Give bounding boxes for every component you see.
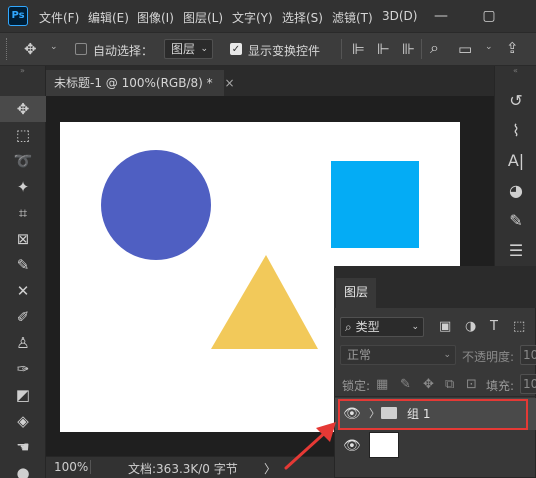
auto-select-target-dropdown[interactable]: 图层 ⌄ — [164, 39, 213, 59]
close-icon[interactable]: × — [224, 76, 234, 90]
maximize-button[interactable]: ▢ — [474, 6, 504, 26]
align-left-icon[interactable]: ⊫ — [352, 41, 365, 57]
options-grip — [6, 38, 8, 60]
frame-tool-icon[interactable]: ⊠ — [0, 226, 46, 252]
paths-panel-icon[interactable]: ⌇ — [495, 116, 536, 146]
character-panel-icon[interactable]: A| — [495, 146, 536, 176]
magic-wand-tool-icon[interactable]: ✦ — [0, 174, 46, 200]
tools-panel: » ✥ ⬚ ➰ ✦ ⌗ ⊠ ✎ ✕ ✐ ♙ ✑ ◩ ◈ ☚ ● — [0, 66, 46, 478]
lock-artboard-icon[interactable]: ⧉ — [445, 377, 454, 393]
swatches-panel-icon[interactable]: ◕ — [495, 176, 536, 206]
smudge-tool-icon[interactable]: ☚ — [0, 434, 46, 460]
photoshop-logo-icon: Ps — [8, 6, 28, 26]
options-divider-2 — [421, 39, 422, 59]
show-transform-checkbox[interactable]: ✓ — [230, 43, 242, 55]
eyedropper-tool-icon[interactable]: ✎ — [0, 252, 46, 278]
align-right-icon[interactable]: ⊪ — [402, 41, 415, 57]
paint-bucket-tool-icon[interactable]: ◈ — [0, 408, 46, 434]
auto-select-checkbox[interactable] — [75, 43, 87, 55]
layer-filter-value: 类型 — [355, 320, 380, 334]
highlight-box — [338, 399, 528, 430]
tab-layers[interactable]: 图层 — [336, 278, 376, 308]
document-info: 文档:363.3K/0 字节 — [128, 462, 238, 476]
dock-collapse-icon[interactable]: « — [495, 66, 536, 76]
tool-preset-chevron-icon[interactable]: ⌄ — [50, 42, 58, 52]
dodge-tool-icon[interactable]: ● — [0, 460, 46, 478]
blend-mode-dropdown[interactable]: 正常 ⌄ — [340, 345, 456, 365]
eraser-tool-icon[interactable]: ◩ — [0, 382, 46, 408]
brushes-panel-icon[interactable]: ✎ — [495, 206, 536, 236]
annotation-arrow-line — [284, 428, 330, 470]
menu-edit[interactable]: 编辑(E) — [88, 9, 129, 26]
workspace-icon[interactable]: ▭ — [458, 41, 472, 57]
layers-divider — [335, 396, 536, 397]
opacity-label: 不透明度: — [462, 350, 515, 364]
menu-3d[interactable]: 3D(D) — [382, 9, 417, 23]
document-tab[interactable]: 未标题-1 @ 100%(RGB/8) * × — [46, 70, 235, 96]
layer-row-background[interactable]: 👁 — [335, 430, 536, 462]
visibility-eye-icon[interactable]: 👁 — [343, 430, 361, 462]
menu-filter[interactable]: 滤镜(T) — [332, 9, 373, 26]
menu-layer[interactable]: 图层(L) — [183, 9, 223, 26]
move-icon[interactable]: ✥ — [24, 41, 37, 57]
zoom-level[interactable]: 100% — [54, 460, 88, 474]
blue-circle-shape — [101, 150, 211, 260]
yellow-triangle-shape — [211, 255, 318, 349]
lock-all-icon[interactable]: ⊡ — [466, 377, 477, 393]
status-divider — [90, 460, 91, 474]
adjustments-panel-icon[interactable]: ☰ — [495, 236, 536, 266]
search-icon: ⌕ — [345, 320, 352, 334]
crop-tool-icon[interactable]: ⌗ — [0, 200, 46, 226]
brush-tool-icon[interactable]: ✐ — [0, 304, 46, 330]
tools-collapse-icon[interactable]: » — [0, 66, 45, 76]
options-divider — [341, 39, 342, 59]
auto-select-target-value: 图层 — [171, 42, 196, 56]
filter-shape-icon[interactable]: ⬚ — [513, 319, 525, 335]
search-icon[interactable]: ⌕ — [430, 40, 439, 56]
fill-label: 填充: — [486, 379, 515, 393]
workspace-chevron-icon[interactable]: ⌄ — [485, 42, 493, 52]
blend-mode-value: 正常 — [347, 348, 372, 362]
share-icon[interactable]: ⇪ — [506, 40, 519, 56]
healing-brush-tool-icon[interactable]: ✕ — [0, 278, 46, 304]
minimize-button[interactable]: — — [426, 6, 456, 26]
menu-select[interactable]: 选择(S) — [282, 9, 323, 26]
chevron-down-icon: ⌄ — [411, 322, 419, 332]
layer-filter-dropdown[interactable]: ⌕ 类型 ⌄ — [340, 317, 424, 337]
layer-thumbnail — [369, 432, 399, 458]
document-tab-title: 未标题-1 @ 100%(RGB/8) * — [54, 76, 213, 90]
chevron-down-icon: ⌄ — [200, 44, 208, 54]
filter-type-icon[interactable]: T — [490, 319, 498, 335]
chevron-down-icon: ⌄ — [443, 350, 451, 360]
menu-file[interactable]: 文件(F) — [39, 9, 79, 26]
menu-type[interactable]: 文字(Y) — [232, 9, 273, 26]
lock-label: 锁定: — [342, 379, 371, 393]
auto-select-label: 自动选择： — [93, 44, 154, 58]
lock-image-icon[interactable]: ✎ — [400, 377, 411, 393]
move-tool-icon[interactable]: ✥ — [0, 96, 46, 122]
filter-adjustment-icon[interactable]: ◑ — [465, 319, 476, 335]
lock-position-icon[interactable]: ✥ — [423, 377, 434, 393]
align-center-icon[interactable]: ⊩ — [377, 41, 390, 57]
menu-image[interactable]: 图像(I) — [137, 9, 174, 26]
history-panel-icon[interactable]: ↺ — [495, 86, 536, 116]
lock-transparent-icon[interactable]: ▦ — [376, 377, 388, 393]
annotation-arrow — [284, 422, 336, 470]
show-transform-label: 显示变换控件 — [248, 44, 321, 58]
history-brush-tool-icon[interactable]: ✑ — [0, 356, 46, 382]
opacity-input[interactable]: 10 — [520, 345, 536, 365]
cyan-square-shape — [331, 161, 419, 248]
lasso-tool-icon[interactable]: ➰ — [0, 148, 46, 174]
marquee-tool-icon[interactable]: ⬚ — [0, 122, 46, 148]
status-arrow-icon[interactable]: 〉 — [264, 460, 276, 477]
clone-stamp-tool-icon[interactable]: ♙ — [0, 330, 46, 356]
filter-pixel-icon[interactable]: ▣ — [439, 319, 451, 335]
fill-input[interactable]: 10 — [520, 374, 536, 394]
